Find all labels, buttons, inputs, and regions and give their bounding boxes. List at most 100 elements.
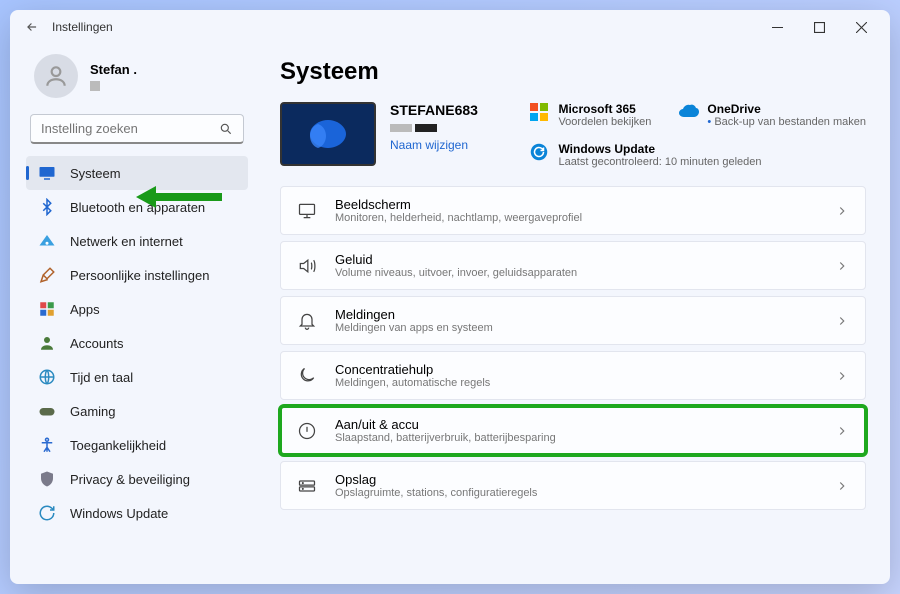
maximize-button[interactable] — [798, 13, 840, 41]
device-name: STEFANE683 — [390, 102, 478, 118]
info-links: Microsoft 365Voordelen bekijken OneDriveB… — [530, 102, 866, 168]
sidebar-item-label: Systeem — [70, 166, 121, 181]
titlebar: Instellingen — [10, 10, 890, 44]
globe-icon — [38, 368, 56, 386]
card-title: Opslag — [335, 472, 537, 487]
update-icon — [530, 143, 548, 161]
sidebar-item-label: Accounts — [70, 336, 123, 351]
onedrive-icon — [679, 103, 697, 121]
shield-icon — [38, 470, 56, 488]
close-button[interactable] — [840, 13, 882, 41]
sidebar-item-label: Windows Update — [70, 506, 168, 521]
profile-block[interactable]: Stefan . — [26, 44, 248, 114]
sidebar-item-shield[interactable]: Privacy & beveiliging — [26, 462, 248, 496]
card-sub: Opslagruimte, stations, configuratierege… — [335, 487, 537, 499]
avatar — [34, 54, 78, 98]
sidebar: Stefan . Systeem Bluetooth en apparaten Ne… — [10, 44, 256, 584]
card-sub: Meldingen, automatische regels — [335, 377, 490, 389]
info-link-title: OneDrive — [707, 102, 866, 116]
settings-window: Instellingen Stefan . — [10, 10, 890, 584]
storage-icon — [297, 476, 317, 496]
access-icon — [38, 436, 56, 454]
sidebar-item-person[interactable]: Accounts — [26, 326, 248, 360]
card-sub: Slaapstand, batterijverbruik, batterijbe… — [335, 432, 556, 444]
chevron-right-icon — [835, 259, 849, 273]
sidebar-item-label: Tijd en taal — [70, 370, 133, 385]
card-title: Concentratiehulp — [335, 362, 490, 377]
main-panel: Systeem STEFANE683 Naam wijzigen Microso… — [256, 44, 890, 584]
person-icon — [38, 334, 56, 352]
card-sub: Monitoren, helderheid, nachtlamp, weerga… — [335, 212, 582, 224]
card-power[interactable]: Aan/uit & accuSlaapstand, batterijverbru… — [280, 406, 866, 455]
nav-list: Systeem Bluetooth en apparaten Netwerk en … — [26, 156, 248, 530]
chevron-right-icon — [835, 204, 849, 218]
info-link-update[interactable]: Windows UpdateLaatst gecontroleerd: 10 m… — [530, 142, 866, 168]
sidebar-item-monitor[interactable]: Systeem — [26, 156, 248, 190]
ms365-icon — [530, 103, 548, 121]
info-link-onedrive[interactable]: OneDriveBack-up van bestanden maken — [679, 102, 866, 128]
cards-list: BeeldschermMonitoren, helderheid, nachtl… — [280, 186, 866, 510]
chevron-right-icon — [835, 369, 849, 383]
sidebar-item-globe[interactable]: Tijd en taal — [26, 360, 248, 394]
card-moon[interactable]: ConcentratiehulpMeldingen, automatische … — [280, 351, 866, 400]
wifi-icon — [38, 232, 56, 250]
search-box[interactable] — [30, 114, 244, 144]
sidebar-item-access[interactable]: Toegankelijkheid — [26, 428, 248, 462]
card-title: Aan/uit & accu — [335, 417, 556, 432]
bluetooth-icon — [38, 198, 56, 216]
info-link-sub: Back-up van bestanden maken — [707, 116, 866, 128]
card-sub: Volume niveaus, uitvoer, invoer, geluids… — [335, 267, 577, 279]
info-link-title: Microsoft 365 — [558, 102, 651, 116]
gamepad-icon — [38, 402, 56, 420]
minimize-button[interactable] — [756, 13, 798, 41]
card-storage[interactable]: OpslagOpslagruimte, stations, configurat… — [280, 461, 866, 510]
sidebar-item-apps[interactable]: Apps — [26, 292, 248, 326]
monitor-icon — [38, 164, 56, 182]
card-sub: Meldingen van apps en systeem — [335, 322, 493, 334]
sound-icon — [297, 256, 317, 276]
back-button[interactable] — [18, 20, 46, 34]
info-link-sub: Laatst gecontroleerd: 10 minuten geleden — [558, 156, 761, 168]
card-title: Meldingen — [335, 307, 493, 322]
device-thumbnail — [280, 102, 376, 166]
rename-link[interactable]: Naam wijzigen — [390, 138, 478, 152]
chevron-right-icon — [835, 424, 849, 438]
card-title: Beeldscherm — [335, 197, 582, 212]
moon-icon — [297, 366, 317, 386]
search-icon — [219, 122, 233, 136]
sidebar-item-label: Apps — [70, 302, 100, 317]
info-link-ms365[interactable]: Microsoft 365Voordelen bekijken — [530, 102, 651, 128]
update-icon — [38, 504, 56, 522]
info-link-sub: Voordelen bekijken — [558, 116, 651, 128]
sidebar-item-bluetooth[interactable]: Bluetooth en apparaten — [26, 190, 248, 224]
sidebar-item-label: Bluetooth en apparaten — [70, 200, 205, 215]
profile-name: Stefan . — [90, 62, 137, 77]
page-title: Systeem — [280, 58, 866, 86]
sidebar-item-label: Netwerk en internet — [70, 234, 183, 249]
sidebar-item-brush[interactable]: Persoonlijke instellingen — [26, 258, 248, 292]
sidebar-item-label: Gaming — [70, 404, 116, 419]
sidebar-item-gamepad[interactable]: Gaming — [26, 394, 248, 428]
bell-icon — [297, 311, 317, 331]
sidebar-item-label: Privacy & beveiliging — [70, 472, 190, 487]
search-input[interactable] — [41, 121, 219, 136]
card-sound[interactable]: GeluidVolume niveaus, uitvoer, invoer, g… — [280, 241, 866, 290]
card-bell[interactable]: MeldingenMeldingen van apps en systeem — [280, 296, 866, 345]
device-card: STEFANE683 Naam wijzigen — [280, 102, 478, 168]
info-link-title: Windows Update — [558, 142, 761, 156]
card-title: Geluid — [335, 252, 577, 267]
sidebar-item-wifi[interactable]: Netwerk en internet — [26, 224, 248, 258]
power-icon — [297, 421, 317, 441]
card-display[interactable]: BeeldschermMonitoren, helderheid, nachtl… — [280, 186, 866, 235]
sidebar-item-update[interactable]: Windows Update — [26, 496, 248, 530]
brush-icon — [38, 266, 56, 284]
chevron-right-icon — [835, 479, 849, 493]
sidebar-item-label: Persoonlijke instellingen — [70, 268, 209, 283]
sidebar-item-label: Toegankelijkheid — [70, 438, 166, 453]
chevron-right-icon — [835, 314, 849, 328]
window-title: Instellingen — [52, 20, 113, 34]
profile-sub-blur — [90, 81, 100, 91]
device-spec-blur — [390, 124, 478, 132]
display-icon — [297, 201, 317, 221]
apps-icon — [38, 300, 56, 318]
